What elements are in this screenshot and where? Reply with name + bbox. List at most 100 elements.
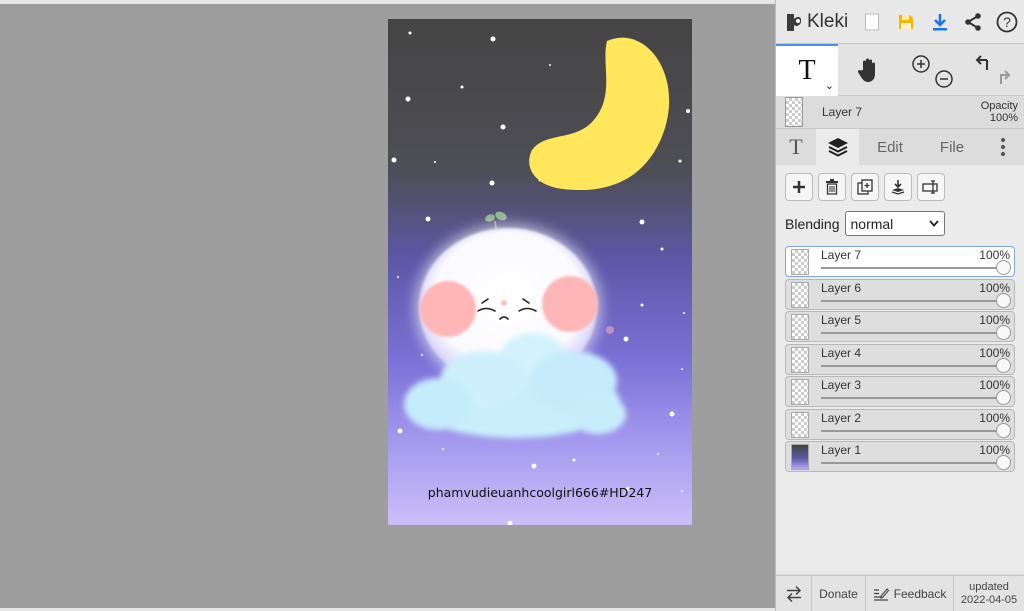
layer-item-1[interactable]: Layer 1 100% — [785, 441, 1015, 472]
app-name: Kleki — [807, 10, 849, 32]
top-toolbar: Kleki ? — [776, 0, 1024, 44]
feedback-icon — [873, 588, 889, 601]
current-layer-info: Layer 7 Opacity 100% — [776, 96, 1024, 129]
opacity-label: Opacity — [980, 100, 1018, 112]
feedback-button[interactable]: Feedback — [866, 576, 954, 611]
opacity-slider-handle[interactable] — [996, 357, 1011, 373]
tab-edit[interactable]: Edit — [859, 129, 921, 165]
layer-item-2[interactable]: Layer 2 100% — [785, 408, 1015, 440]
layer-actions — [785, 173, 1015, 201]
layer-thumbnail — [791, 314, 809, 340]
layer-name: Layer 4 — [821, 345, 862, 360]
more-vertical-icon — [1001, 138, 1005, 156]
updated-label: updated — [969, 581, 1009, 593]
tab-text-label: T — [789, 134, 803, 159]
delete-layer-button[interactable] — [818, 173, 846, 201]
opacity-slider-handle[interactable] — [996, 390, 1011, 405]
opacity-slider-track[interactable] — [821, 332, 1002, 334]
duplicate-icon — [857, 179, 873, 195]
opacity-slider-track[interactable] — [821, 299, 1002, 302]
chevron-down-icon — [928, 220, 939, 227]
layer-thumbnail — [791, 346, 809, 373]
share-icon — [965, 12, 982, 31]
layers-icon — [827, 138, 848, 157]
kleki-logo[interactable]: Kleki — [776, 11, 855, 33]
current-layer-thumbnail — [785, 97, 803, 127]
opacity-slider-track[interactable] — [821, 267, 1002, 269]
kleki-logo-icon — [787, 13, 802, 31]
layer-item-6[interactable]: Layer 6 100% — [785, 278, 1015, 310]
hand-tool-button[interactable] — [838, 44, 900, 96]
opacity-slider-track[interactable] — [821, 397, 1002, 399]
rename-layer-button[interactable] — [917, 173, 945, 201]
artwork — [391, 31, 690, 525]
layer-list: Layer 7 100% Layer 6 100% Layer 5 100% L… — [785, 246, 1015, 472]
layers-panel: Blending normal Layer 7 100% Layer 6 100… — [776, 165, 1024, 574]
blending-label: Blending — [785, 215, 840, 232]
undo-redo-buttons[interactable] — [962, 44, 1024, 96]
new-image-button[interactable] — [855, 2, 889, 42]
layer-item-5[interactable]: Layer 5 100% — [785, 311, 1015, 342]
opacity-slider-handle[interactable] — [996, 325, 1011, 340]
new-image-icon — [865, 13, 880, 30]
help-button[interactable]: ? — [990, 2, 1024, 42]
current-layer-opacity: Opacity 100% — [981, 100, 1018, 124]
current-layer-name: Layer 7 — [822, 105, 863, 119]
svg-text:?: ? — [1003, 14, 1011, 30]
drawing-canvas[interactable]: phamvudieuanhcoolgirl666#HD247 — [388, 19, 692, 525]
more-menu-button[interactable] — [983, 129, 1023, 165]
opacity-slider-track[interactable] — [821, 429, 1002, 432]
save-button[interactable] — [889, 2, 923, 42]
layer-thumbnail — [791, 281, 809, 308]
layer-name: Layer 6 — [821, 280, 862, 295]
add-layer-button[interactable] — [785, 173, 813, 201]
layer-item-3[interactable]: Layer 3 100% — [785, 376, 1015, 407]
duplicate-layer-button[interactable] — [851, 173, 879, 201]
blending-value: normal — [850, 215, 894, 232]
zoom-in-out-icon — [912, 55, 953, 88]
layer-item-7[interactable]: Layer 7 100% — [785, 246, 1015, 277]
opacity-slider-handle[interactable] — [996, 260, 1011, 275]
layer-name: Layer 2 — [821, 410, 862, 425]
zoom-buttons[interactable] — [900, 44, 962, 96]
plus-icon — [793, 181, 805, 193]
tab-layers[interactable] — [816, 129, 859, 165]
opacity-slider-handle[interactable] — [996, 422, 1011, 438]
swap-side-button[interactable] — [776, 576, 812, 611]
blending-select[interactable]: normal — [844, 211, 945, 236]
opacity-slider-handle[interactable] — [996, 455, 1011, 470]
feedback-label: Feedback — [893, 587, 947, 601]
merge-down-icon — [891, 180, 905, 195]
layer-name: Layer 5 — [821, 313, 862, 327]
save-icon — [898, 14, 913, 29]
tab-text[interactable]: T — [776, 129, 816, 165]
text-tool-glyph: T — [798, 55, 816, 86]
canvas-signature-text: phamvudieuanhcoolgirl666#HD247 — [427, 485, 653, 500]
opacity-slider-track[interactable] — [821, 462, 1002, 464]
tab-file[interactable]: File — [921, 129, 983, 165]
layer-thumbnail — [791, 249, 809, 275]
download-button[interactable] — [923, 2, 957, 42]
merge-down-button[interactable] — [884, 173, 912, 201]
layer-name: Layer 1 — [821, 443, 862, 457]
rename-icon — [922, 180, 938, 194]
tool-row: T ⌄ — [776, 44, 1024, 96]
tool-options-caret[interactable]: ⌄ — [825, 79, 834, 92]
changelog-button[interactable]: updated 2022-04-05 — [954, 576, 1024, 611]
layer-name: Layer 3 — [821, 378, 862, 392]
share-button[interactable] — [957, 2, 991, 42]
donate-button[interactable]: Donate — [812, 576, 866, 611]
trash-icon — [826, 179, 838, 195]
opacity-slider-handle[interactable] — [996, 292, 1011, 308]
blending-row: Blending normal — [785, 211, 1015, 236]
layer-name: Layer 7 — [821, 248, 862, 262]
layer-thumbnail — [791, 444, 809, 470]
hand-icon — [857, 58, 875, 82]
layer-thumbnail — [791, 411, 809, 438]
panel-tabs: T Edit File — [776, 129, 1024, 165]
download-icon — [932, 13, 947, 30]
layer-item-4[interactable]: Layer 4 100% — [785, 343, 1015, 375]
moon — [529, 37, 670, 191]
opacity-slider-track[interactable] — [821, 364, 1002, 367]
text-tool-button[interactable]: T ⌄ — [776, 44, 838, 96]
